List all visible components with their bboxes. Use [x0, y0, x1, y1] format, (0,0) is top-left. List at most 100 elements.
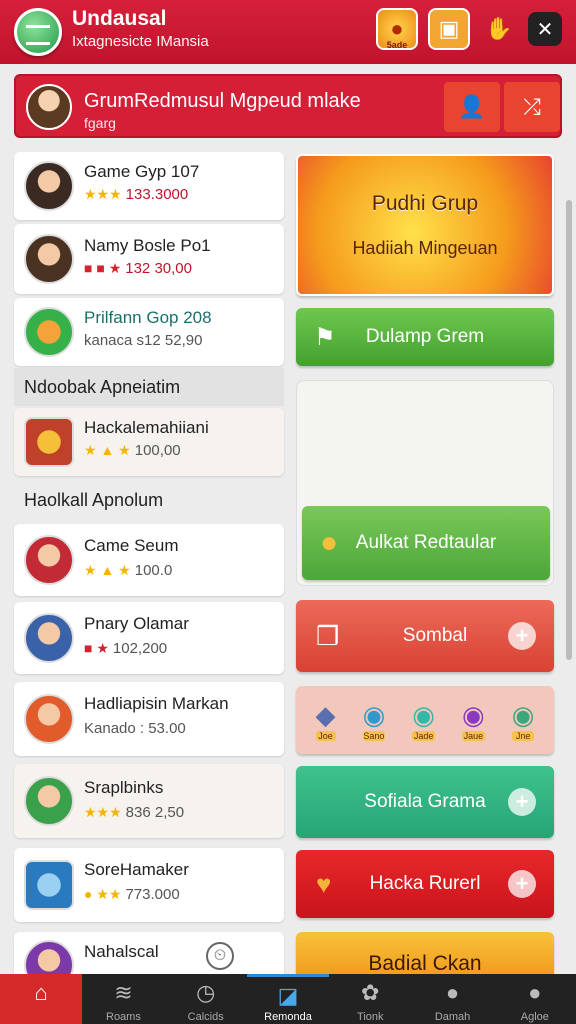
chart-icon: ◪	[277, 983, 299, 1008]
coins-icon: ●	[320, 526, 339, 559]
avatar	[24, 307, 74, 357]
add-icon[interactable]: +	[508, 788, 536, 816]
list-item[interactable]: Namy Bosle Po1 ■ ■ ★ 132 30,00	[14, 224, 284, 294]
app-title: Undausal	[72, 7, 167, 30]
star-rating-icon: ★★★	[84, 186, 122, 202]
list-item[interactable]: Hadliapisin Markan Kanado : 53.00	[14, 682, 284, 756]
icon-tray: ◆ Joe ◉ Sano ◉ Jade ◉ Jaue ◉ Jne	[296, 686, 554, 754]
game-thumbnail	[24, 860, 74, 910]
star-rating-icon: ★★★	[84, 804, 122, 820]
green-action-button[interactable]: ⚑ Dulamp Grem	[296, 308, 554, 366]
banner-title: GrumRedmusul Mgpeud mlake	[84, 90, 361, 112]
banner-subtitle: fgarg	[84, 115, 116, 131]
item-value: ■ ■ ★ 132 30,00	[84, 260, 192, 277]
timer-icon[interactable]: ⏲	[206, 942, 234, 970]
reward-button[interactable]: ● Aulkat Redtaular	[302, 506, 550, 580]
item-value: ● ★★ 773.000	[84, 886, 180, 903]
top-bar: Undausal Ixtagnesicte IMansia ● 5ade ▣ ✋…	[0, 0, 576, 64]
star-rating-icon: ★ ▲ ★	[84, 442, 131, 458]
section-header: Haolkall Apnolum	[24, 490, 164, 510]
game-thumbnail	[24, 417, 74, 467]
item-value: ★★★ 133.3000	[84, 186, 189, 203]
nav-calcids[interactable]: ◷ Calcids	[165, 974, 247, 1024]
red-action-button-2[interactable]: ♥ Hacka Rurerl +	[296, 850, 554, 918]
item-tile[interactable]: ◉ Jade	[412, 700, 435, 741]
teal-action-button[interactable]: Sofiala Grama +	[296, 766, 554, 838]
share-button[interactable]: ⤮	[504, 82, 560, 132]
badge-icons: ■ ■ ★	[84, 260, 122, 276]
flag-icon: ⚑	[314, 323, 336, 351]
promo-subtitle: Hadiiah Mingeuan	[352, 237, 498, 258]
item-name: Pnary Olamar	[84, 614, 189, 633]
red-action-button[interactable]: ❒ Sombal +	[296, 600, 554, 672]
person-icon: 👤	[458, 94, 486, 119]
nav-agloe[interactable]: ● Agloe	[494, 974, 576, 1024]
item-name: Game Gyp 107	[84, 162, 200, 181]
close-button[interactable]: ✕	[528, 12, 562, 46]
list-item[interactable]: Prilfann Gop 208 kanaca s12 52,90	[14, 298, 284, 366]
item-tile[interactable]: ◉ Sano	[362, 700, 386, 741]
nav-home[interactable]: ⌂	[0, 974, 83, 1024]
nav-remonda[interactable]: ◪ Remonda	[246, 974, 330, 1024]
item-name: SoreHamaker	[84, 860, 189, 879]
avatar	[24, 535, 74, 585]
coin-shop-icon[interactable]: ● 5ade	[376, 8, 418, 50]
nav-tionk[interactable]: ✿ Tionk	[329, 974, 411, 1024]
item-value: ★★★ 836 2,50	[84, 804, 185, 821]
item-name: Sraplbinks	[84, 778, 164, 797]
nav-damah[interactable]: ● Damah	[411, 974, 493, 1024]
list-item[interactable]: Pnary Olamar ■ ★ 102,200	[14, 602, 284, 674]
orange-action-button[interactable]: Badial Ckan	[296, 932, 554, 978]
promo-card[interactable]: Pudhi Grup Hadiiah Mingeuan	[296, 154, 554, 296]
item-name: Namy Bosle Po1	[84, 236, 211, 255]
item-value: kanaca s12 52,90	[84, 332, 203, 349]
list-item[interactable]: Came Seum ★ ▲ ★ 100.0	[14, 524, 284, 596]
item-tile[interactable]: ◉ Jaue	[462, 700, 485, 741]
item-name: Prilfann Gop 208	[84, 308, 212, 327]
app-logo	[14, 8, 62, 56]
item-name: Nahalscal	[84, 942, 159, 961]
list-item[interactable]: Nahalscal ⏲	[14, 932, 284, 990]
item-tile[interactable]: ◆ Joe	[315, 700, 336, 741]
badge-icons: ■ ★	[84, 640, 109, 656]
item-value: ★ ▲ ★ 100.0	[84, 562, 173, 579]
bottom-nav: ⌂ ≋ Roams ◷ Calcids ◪ Remonda ✿ Tionk ● Damah…	[0, 974, 576, 1024]
share-icon: ⤮	[523, 94, 541, 119]
avatar	[24, 776, 74, 826]
wings-icon: ≋	[114, 980, 133, 1005]
item-name: Hadliapisin Markan	[84, 694, 229, 713]
add-icon[interactable]: +	[508, 622, 536, 650]
coin-badge: 5ade	[386, 40, 408, 50]
item-value: ★ ▲ ★ 100,00	[84, 442, 181, 459]
avatar	[24, 613, 74, 663]
avatar	[24, 234, 74, 284]
user-icon: ●	[445, 980, 460, 1005]
star-rating-icon: ★ ▲ ★	[84, 562, 131, 578]
home-icon: ⌂	[34, 980, 48, 1005]
list-item[interactable]: Hackalemahiiani ★ ▲ ★ 100,00	[14, 408, 284, 476]
app-subtitle: Ixtagnesicte IMansia	[72, 33, 209, 50]
item-name: Came Seum	[84, 536, 179, 555]
star-rating-icon: ● ★★	[84, 886, 122, 902]
list-item[interactable]: SoreHamaker ● ★★ 773.000	[14, 848, 284, 922]
gift-box-icon[interactable]: ▣	[428, 8, 470, 50]
section-header: Ndoobak Apneiatim	[14, 368, 284, 406]
list-item[interactable]: Game Gyp 107 ★★★ 133.3000	[14, 152, 284, 220]
item-value: ■ ★ 102,200	[84, 640, 168, 657]
gamepad-icon: ✿	[361, 980, 380, 1005]
item-value: Kanado : 53.00	[84, 720, 186, 737]
heart-icon: ♥	[316, 868, 332, 899]
avatar	[24, 161, 74, 211]
profile-button[interactable]: 👤	[444, 82, 500, 132]
hand-icon[interactable]: ✋	[478, 8, 520, 50]
scrollbar[interactable]	[566, 200, 572, 660]
nav-roams[interactable]: ≋ Roams	[82, 974, 164, 1024]
clock-icon: ◷	[196, 980, 216, 1005]
avatar	[24, 694, 74, 744]
banner-avatar	[26, 84, 72, 130]
group-banner[interactable]: GrumRedmusul Mgpeud mlake fgarg 👤 ⤮	[14, 74, 562, 138]
list-item[interactable]: Sraplbinks ★★★ 836 2,50	[14, 764, 284, 838]
add-icon[interactable]: +	[508, 870, 536, 898]
item-tile[interactable]: ◉ Jne	[511, 700, 535, 741]
promo-title: Pudhi Grup	[371, 191, 479, 215]
